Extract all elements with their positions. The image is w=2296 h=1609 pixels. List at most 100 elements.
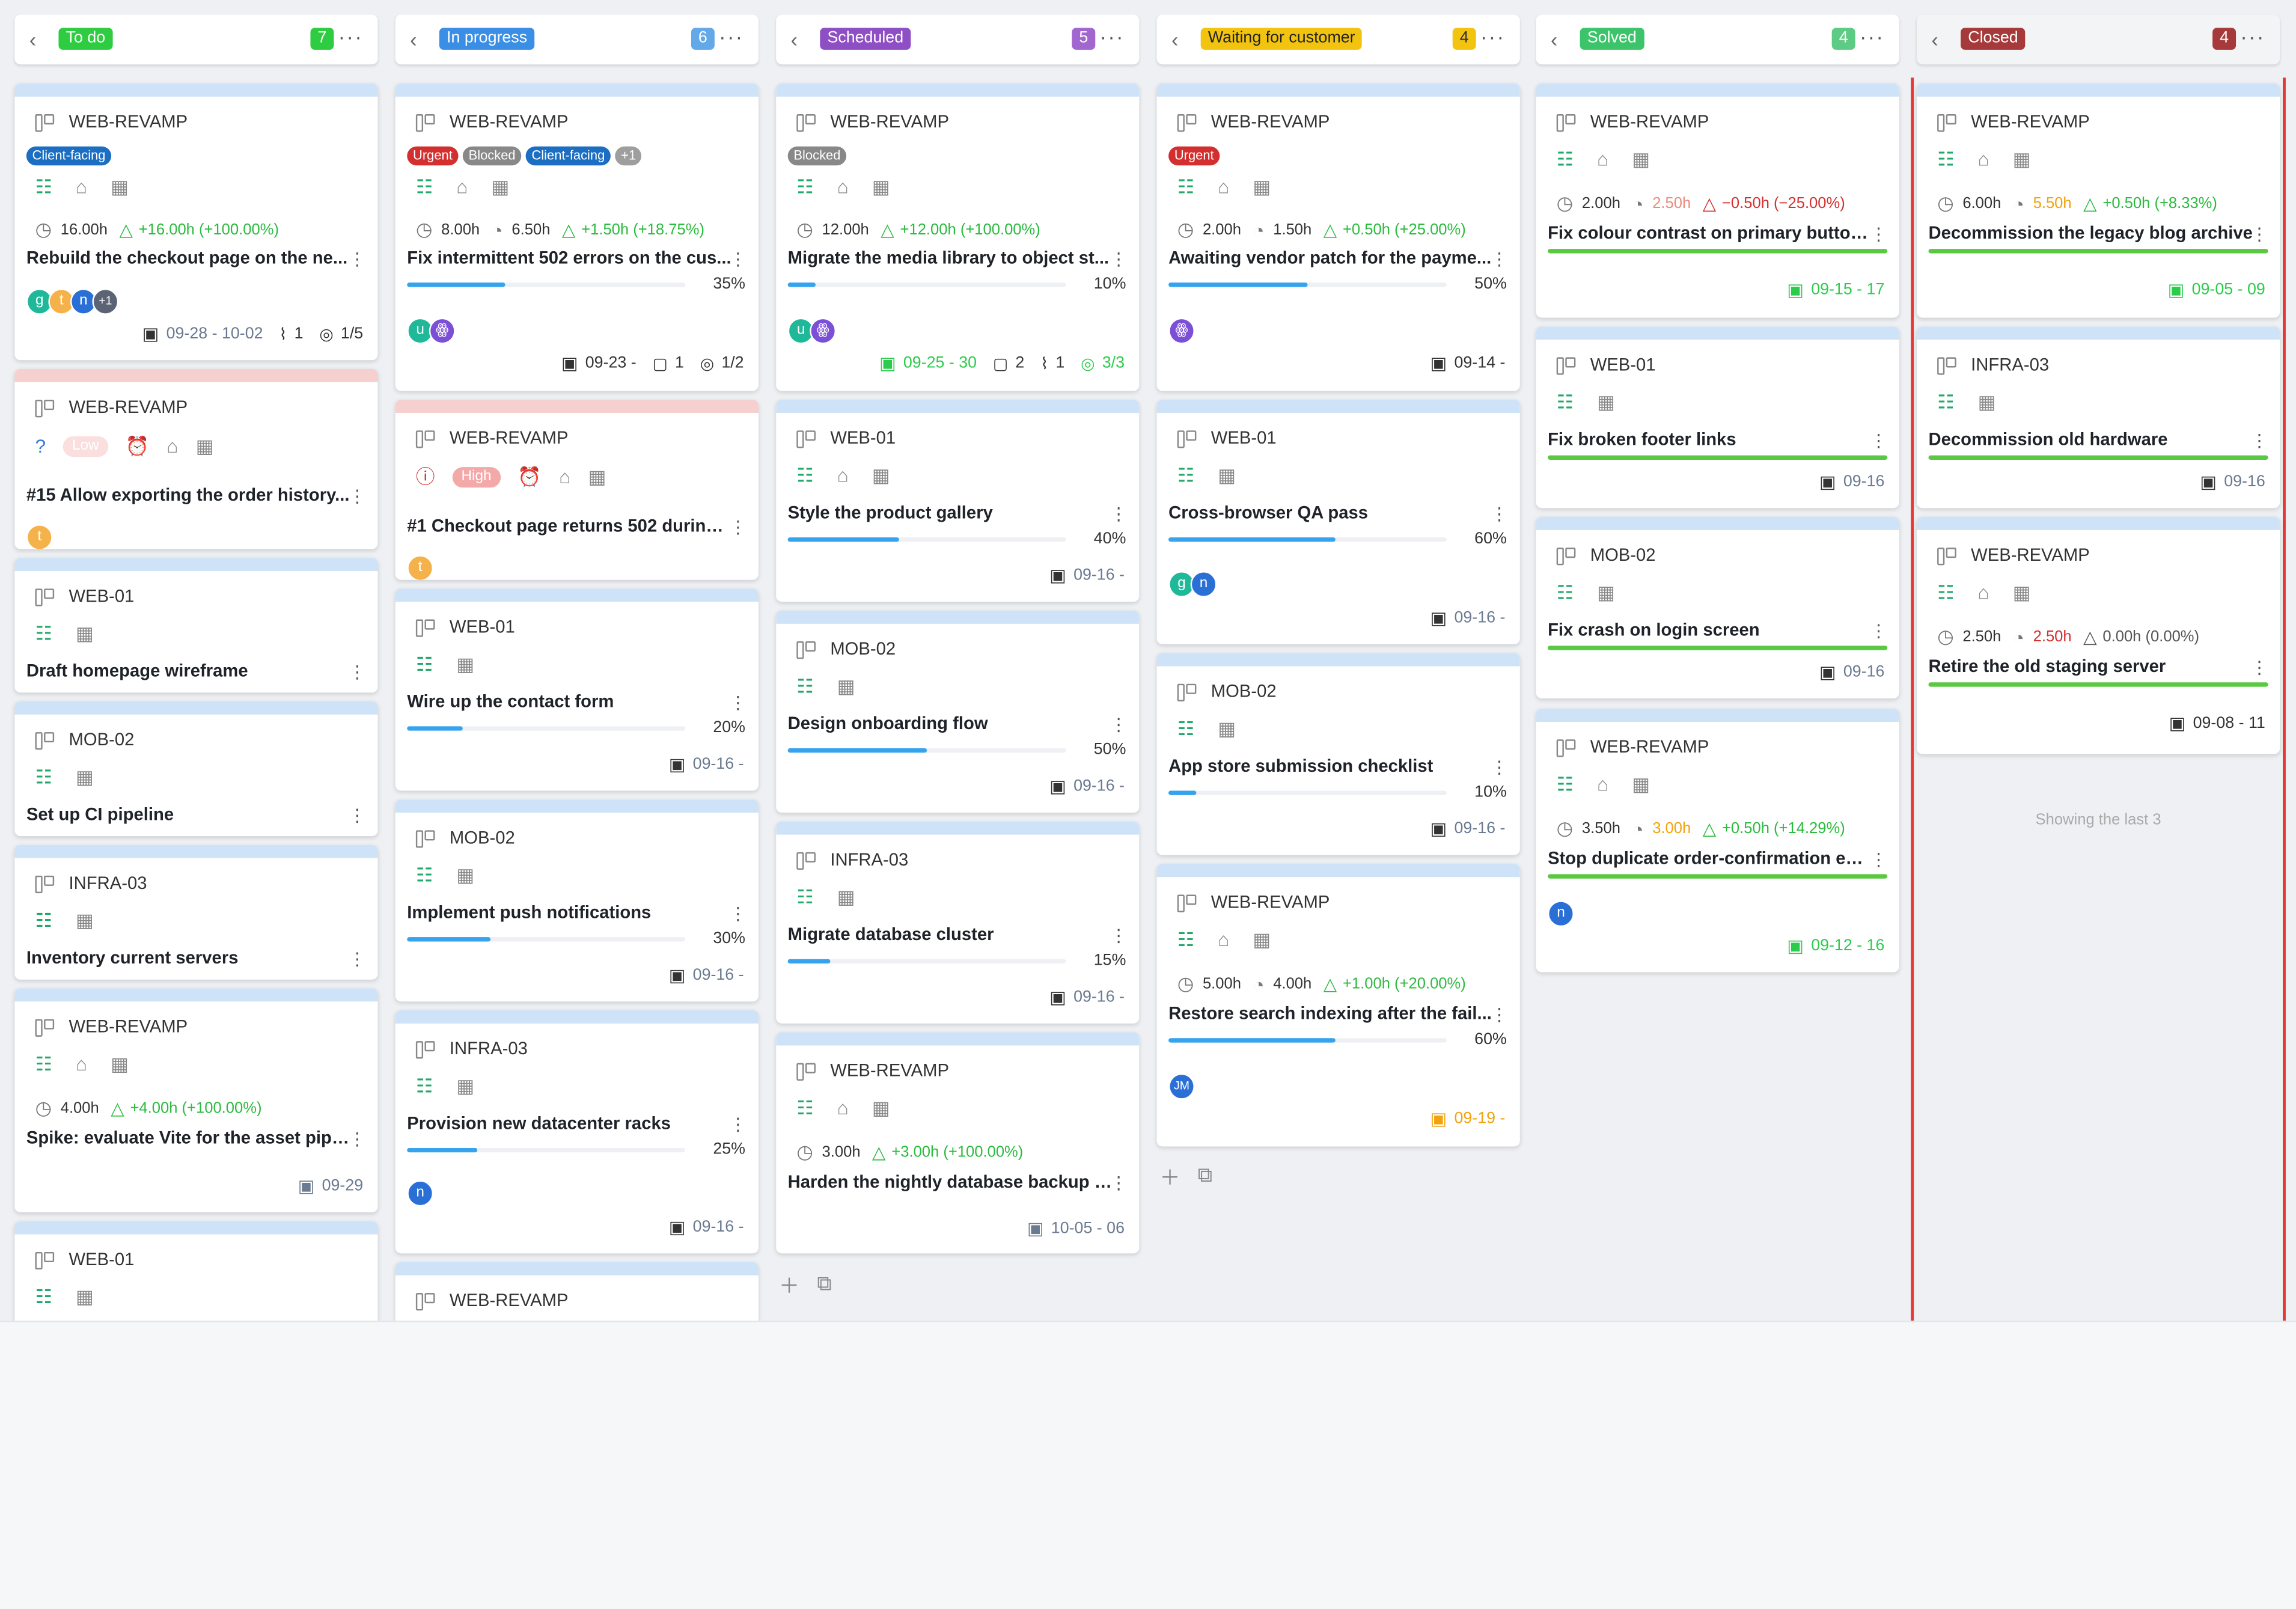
card-menu-icon[interactable]: ⋮ [729, 694, 747, 712]
chevron-left-icon[interactable]: ‹ [1171, 28, 1178, 51]
checklist-icon[interactable]: ☷ [1557, 392, 1574, 413]
card-menu-icon[interactable]: ⋮ [1110, 927, 1128, 944]
group-avatar[interactable]: ꙮ [1168, 317, 1195, 344]
calendar-clock-icon[interactable]: ▦ [1218, 465, 1236, 486]
task-card[interactable]: WEB-REVAMP ☷ ⌂ ▦ ◷ 4.00h △ +4.00h (+100.00%)… [14, 988, 378, 1213]
card-menu-icon[interactable]: ⋮ [729, 905, 747, 923]
calendar-clock-icon[interactable]: ▦ [1253, 929, 1271, 950]
card-menu-icon[interactable]: ⋮ [1491, 505, 1508, 522]
avatar[interactable]: t [407, 555, 434, 580]
checklist-icon[interactable]: ☷ [35, 910, 52, 931]
card-title[interactable]: Migrate database cluster [788, 924, 1113, 944]
tag-icon[interactable]: ⌂ [456, 177, 468, 198]
card-menu-icon[interactable]: ⋮ [729, 1116, 747, 1133]
label-overflow[interactable]: +1 [615, 146, 642, 166]
label-urgent[interactable]: Urgent [407, 146, 459, 166]
calendar-clock-icon[interactable]: ▦ [76, 910, 94, 931]
copy-card-icon[interactable]: ⧉ [817, 1271, 831, 1301]
card-title[interactable]: Decommission old hardware [1928, 429, 2253, 450]
calendar-clock-icon[interactable]: ▦ [456, 654, 474, 675]
label-blocked[interactable]: Blocked [462, 146, 522, 166]
task-card[interactable]: WEB-REVAMP ☷ ⌂ ▦ ◷ 5.00h ◔ 4.00h △ +1.00h (+2… [1156, 864, 1520, 1147]
task-card[interactable]: INFRA-03 ☷ ▦ Decommission old hardware ⋮ … [1916, 326, 2280, 508]
task-card[interactable]: WEB-REVAMP ⓘ High ⏰ ⌂ ▦ #1 Checkout page ret… [395, 400, 759, 580]
chevron-left-icon[interactable]: ‹ [1551, 28, 1557, 51]
card-title[interactable]: Cross-browser QA pass [1168, 502, 1494, 523]
task-card[interactable]: WEB-REVAMP [395, 1262, 759, 1321]
card-title[interactable]: Fix crash on login screen [1548, 620, 1873, 640]
task-card[interactable]: WEB-01 ☷ ▦ Cross-browser QA pass ⋮ 60% g … [1156, 400, 1520, 644]
task-card[interactable]: WEB-01 ☷ ▦ Draft homepage wireframe ⋮ [14, 558, 378, 693]
checklist-icon[interactable]: ☷ [1177, 177, 1194, 198]
tag-icon[interactable]: ⌂ [76, 177, 87, 198]
card-menu-icon[interactable]: ⋮ [349, 251, 366, 268]
tag-icon[interactable]: ⌂ [76, 1054, 87, 1075]
card-menu-icon[interactable]: ⋮ [349, 807, 366, 824]
card-menu-icon[interactable]: ⋮ [1870, 850, 1887, 868]
checklist-icon[interactable]: ☷ [1177, 465, 1194, 486]
checklist-icon[interactable]: ☷ [35, 1054, 52, 1075]
task-card[interactable]: WEB-REVAMP ? Low ⏰ ⌂ ▦ #15 Allow exporting t… [14, 368, 378, 549]
avatar[interactable]: n [1190, 571, 1217, 597]
checklist-icon[interactable]: ☷ [1937, 392, 1954, 413]
calendar-clock-icon[interactable]: ▦ [872, 177, 890, 198]
calendar-clock-icon[interactable]: ▦ [456, 865, 474, 886]
task-card[interactable]: MOB-02 ☷ ▦ Fix crash on login screen ⋮ ▣ 0… [1536, 516, 1899, 699]
chevron-left-icon[interactable]: ‹ [29, 28, 36, 51]
card-menu-icon[interactable]: ⋮ [349, 664, 366, 681]
calendar-clock-icon[interactable]: ▦ [1977, 392, 1995, 413]
avatar-overflow[interactable]: +1 [92, 288, 119, 315]
card-menu-icon[interactable]: ⋮ [2250, 432, 2268, 450]
card-title[interactable]: Set up CI pipeline [26, 804, 352, 824]
card-title[interactable]: Draft homepage wireframe [26, 661, 352, 681]
card-title[interactable]: Wire up the contact form [407, 691, 732, 712]
add-card-icon[interactable]: ＋ [1159, 1162, 1180, 1192]
label-client-facing[interactable]: Client-facing [525, 146, 611, 166]
calendar-clock-icon[interactable]: ▦ [872, 1098, 890, 1119]
task-card[interactable]: WEB-REVAMP ☷ ⌂ ▦ ◷ 3.50h ◔ 3.00h △ +0.50h (+1… [1536, 709, 1899, 972]
calendar-clock-icon[interactable]: ▦ [872, 465, 890, 486]
card-title[interactable]: Implement push notifications [407, 902, 732, 923]
tag-icon[interactable]: ⌂ [1977, 582, 1989, 603]
chevron-left-icon[interactable]: ‹ [791, 28, 798, 51]
calendar-clock-icon[interactable]: ▦ [1597, 392, 1615, 413]
card-title[interactable]: Rebuild the checkout page on the ne... [26, 248, 352, 268]
card-menu-icon[interactable]: ⋮ [349, 950, 366, 968]
chevron-left-icon[interactable]: ‹ [1931, 28, 1938, 51]
calendar-clock-icon[interactable]: ▦ [1632, 148, 1650, 169]
checklist-icon[interactable]: ☷ [416, 1075, 433, 1097]
label-client-facing[interactable]: Client-facing [26, 146, 112, 166]
checklist-icon[interactable]: ☷ [1177, 718, 1194, 739]
task-card[interactable]: WEB-REVAMP ☷ ⌂ ▦ ◷ 6.00h ◔ 5.50h △ +0.50h (+8… [1916, 83, 2280, 318]
task-card[interactable]: WEB-REVAMP Urgent Blocked Client-facing … [395, 83, 759, 391]
calendar-clock-icon[interactable]: ▦ [1253, 177, 1271, 198]
card-menu-icon[interactable]: ⋮ [1110, 1174, 1128, 1192]
avatar[interactable]: JM [1168, 1073, 1195, 1100]
card-title[interactable]: Style the product gallery [788, 502, 1113, 523]
card-menu-icon[interactable]: ⋮ [1110, 505, 1128, 522]
card-title[interactable]: Migrate the media library to object st..… [788, 248, 1113, 268]
task-card[interactable]: MOB-02 ☷ ▦ Design onboarding flow ⋮ 50% ▣… [776, 610, 1140, 813]
checklist-icon[interactable]: ☷ [1557, 774, 1574, 795]
label-urgent[interactable]: Urgent [1168, 146, 1220, 166]
card-menu-icon[interactable]: ⋮ [349, 487, 366, 505]
card-title[interactable]: Restore search indexing after the fail..… [1168, 1003, 1494, 1024]
calendar-clock-icon[interactable]: ▦ [111, 177, 129, 198]
checklist-icon[interactable]: ☷ [796, 887, 813, 908]
tag-icon[interactable]: ⌂ [1977, 148, 1989, 169]
checklist-icon[interactable]: ☷ [35, 623, 52, 644]
calendar-clock-icon[interactable]: ▦ [76, 766, 94, 788]
checklist-icon[interactable]: ☷ [1557, 582, 1574, 603]
priority-badge[interactable]: High [452, 467, 501, 488]
card-title[interactable]: Fix colour contrast on primary button... [1548, 222, 1873, 243]
card-menu-icon[interactable]: ⋮ [729, 251, 747, 268]
task-card[interactable]: MOB-02 ☷ ▦ Set up CI pipeline ⋮ [14, 701, 378, 837]
card-menu-icon[interactable]: ⋮ [1491, 1006, 1508, 1024]
task-card[interactable]: WEB-REVAMP ☷ ⌂ ▦ ◷ 2.00h ◔ 2.50h △ −0.50h (−2… [1536, 83, 1899, 318]
avatar[interactable]: n [407, 1180, 434, 1207]
group-avatar[interactable]: ꙮ [429, 317, 456, 344]
checklist-icon[interactable]: ☷ [35, 177, 52, 198]
calendar-clock-icon[interactable]: ▦ [456, 1075, 474, 1097]
checklist-icon[interactable]: ☷ [1937, 582, 1954, 603]
tag-icon[interactable]: ⌂ [166, 436, 178, 457]
